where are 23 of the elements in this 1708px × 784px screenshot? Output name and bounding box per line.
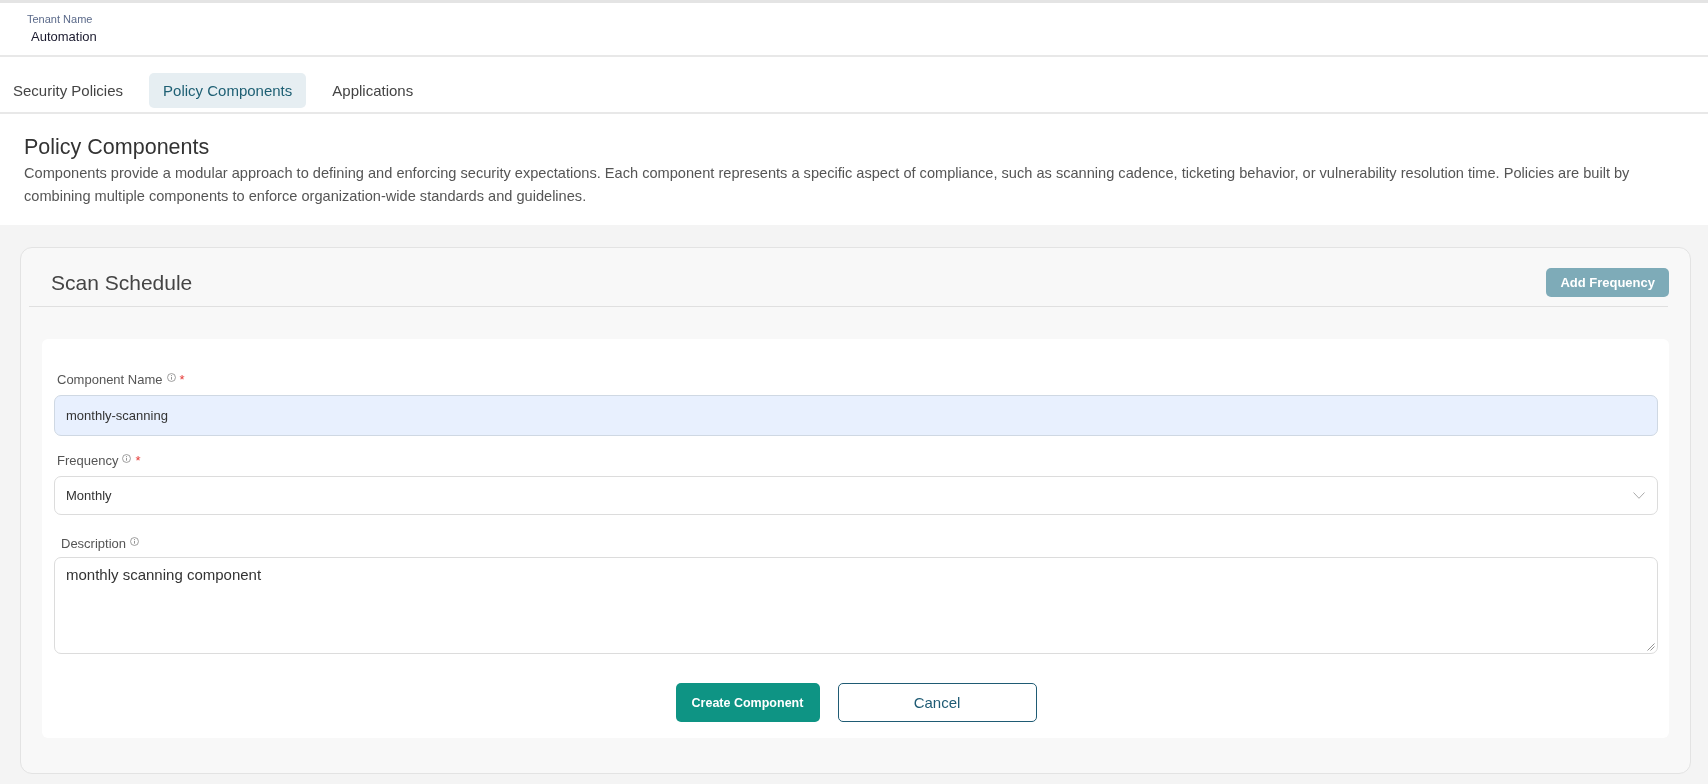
tab[interactable]: Applications bbox=[318, 73, 428, 108]
text-field[interactable]: monthly-scanning bbox=[54, 395, 1658, 436]
dropdown-field[interactable]: Monthly bbox=[54, 476, 1658, 515]
field-label: Description bbox=[61, 536, 127, 552]
tenant-label: Tenant Name bbox=[27, 12, 93, 26]
info-icon bbox=[130, 537, 140, 546]
card-title: Scan Schedule bbox=[51, 270, 193, 295]
page-description: Components provide a modular approach to defining and enforcing security expectations. Each component represents a specific aspect of compliance, such as scanning cadence, ticketing behavior, or vulnerability resolution time. Policies are built by combining multiple components to enforce organization-wide standards and guidelines. bbox=[24, 164, 1631, 206]
tab[interactable]: Policy Components bbox=[149, 73, 307, 108]
required-mark: * bbox=[179, 372, 185, 388]
textarea-field[interactable]: monthly scanning component bbox=[54, 557, 1658, 654]
tab[interactable]: Security Policies bbox=[0, 73, 138, 108]
tenant-name: Automation bbox=[30, 29, 97, 45]
required-mark: * bbox=[135, 453, 141, 469]
page-title: Policy Components bbox=[24, 134, 210, 160]
info-icon bbox=[122, 454, 132, 463]
info-icon bbox=[166, 373, 176, 382]
field-label: Frequency bbox=[57, 453, 119, 469]
resize-grip-icon[interactable] bbox=[1647, 643, 1655, 651]
field-label: Component Name bbox=[57, 372, 163, 388]
chevron-down-icon bbox=[1633, 492, 1645, 499]
cancel-button[interactable]: Cancel bbox=[837, 683, 1037, 722]
create-button[interactable]: Create Component bbox=[675, 683, 820, 722]
